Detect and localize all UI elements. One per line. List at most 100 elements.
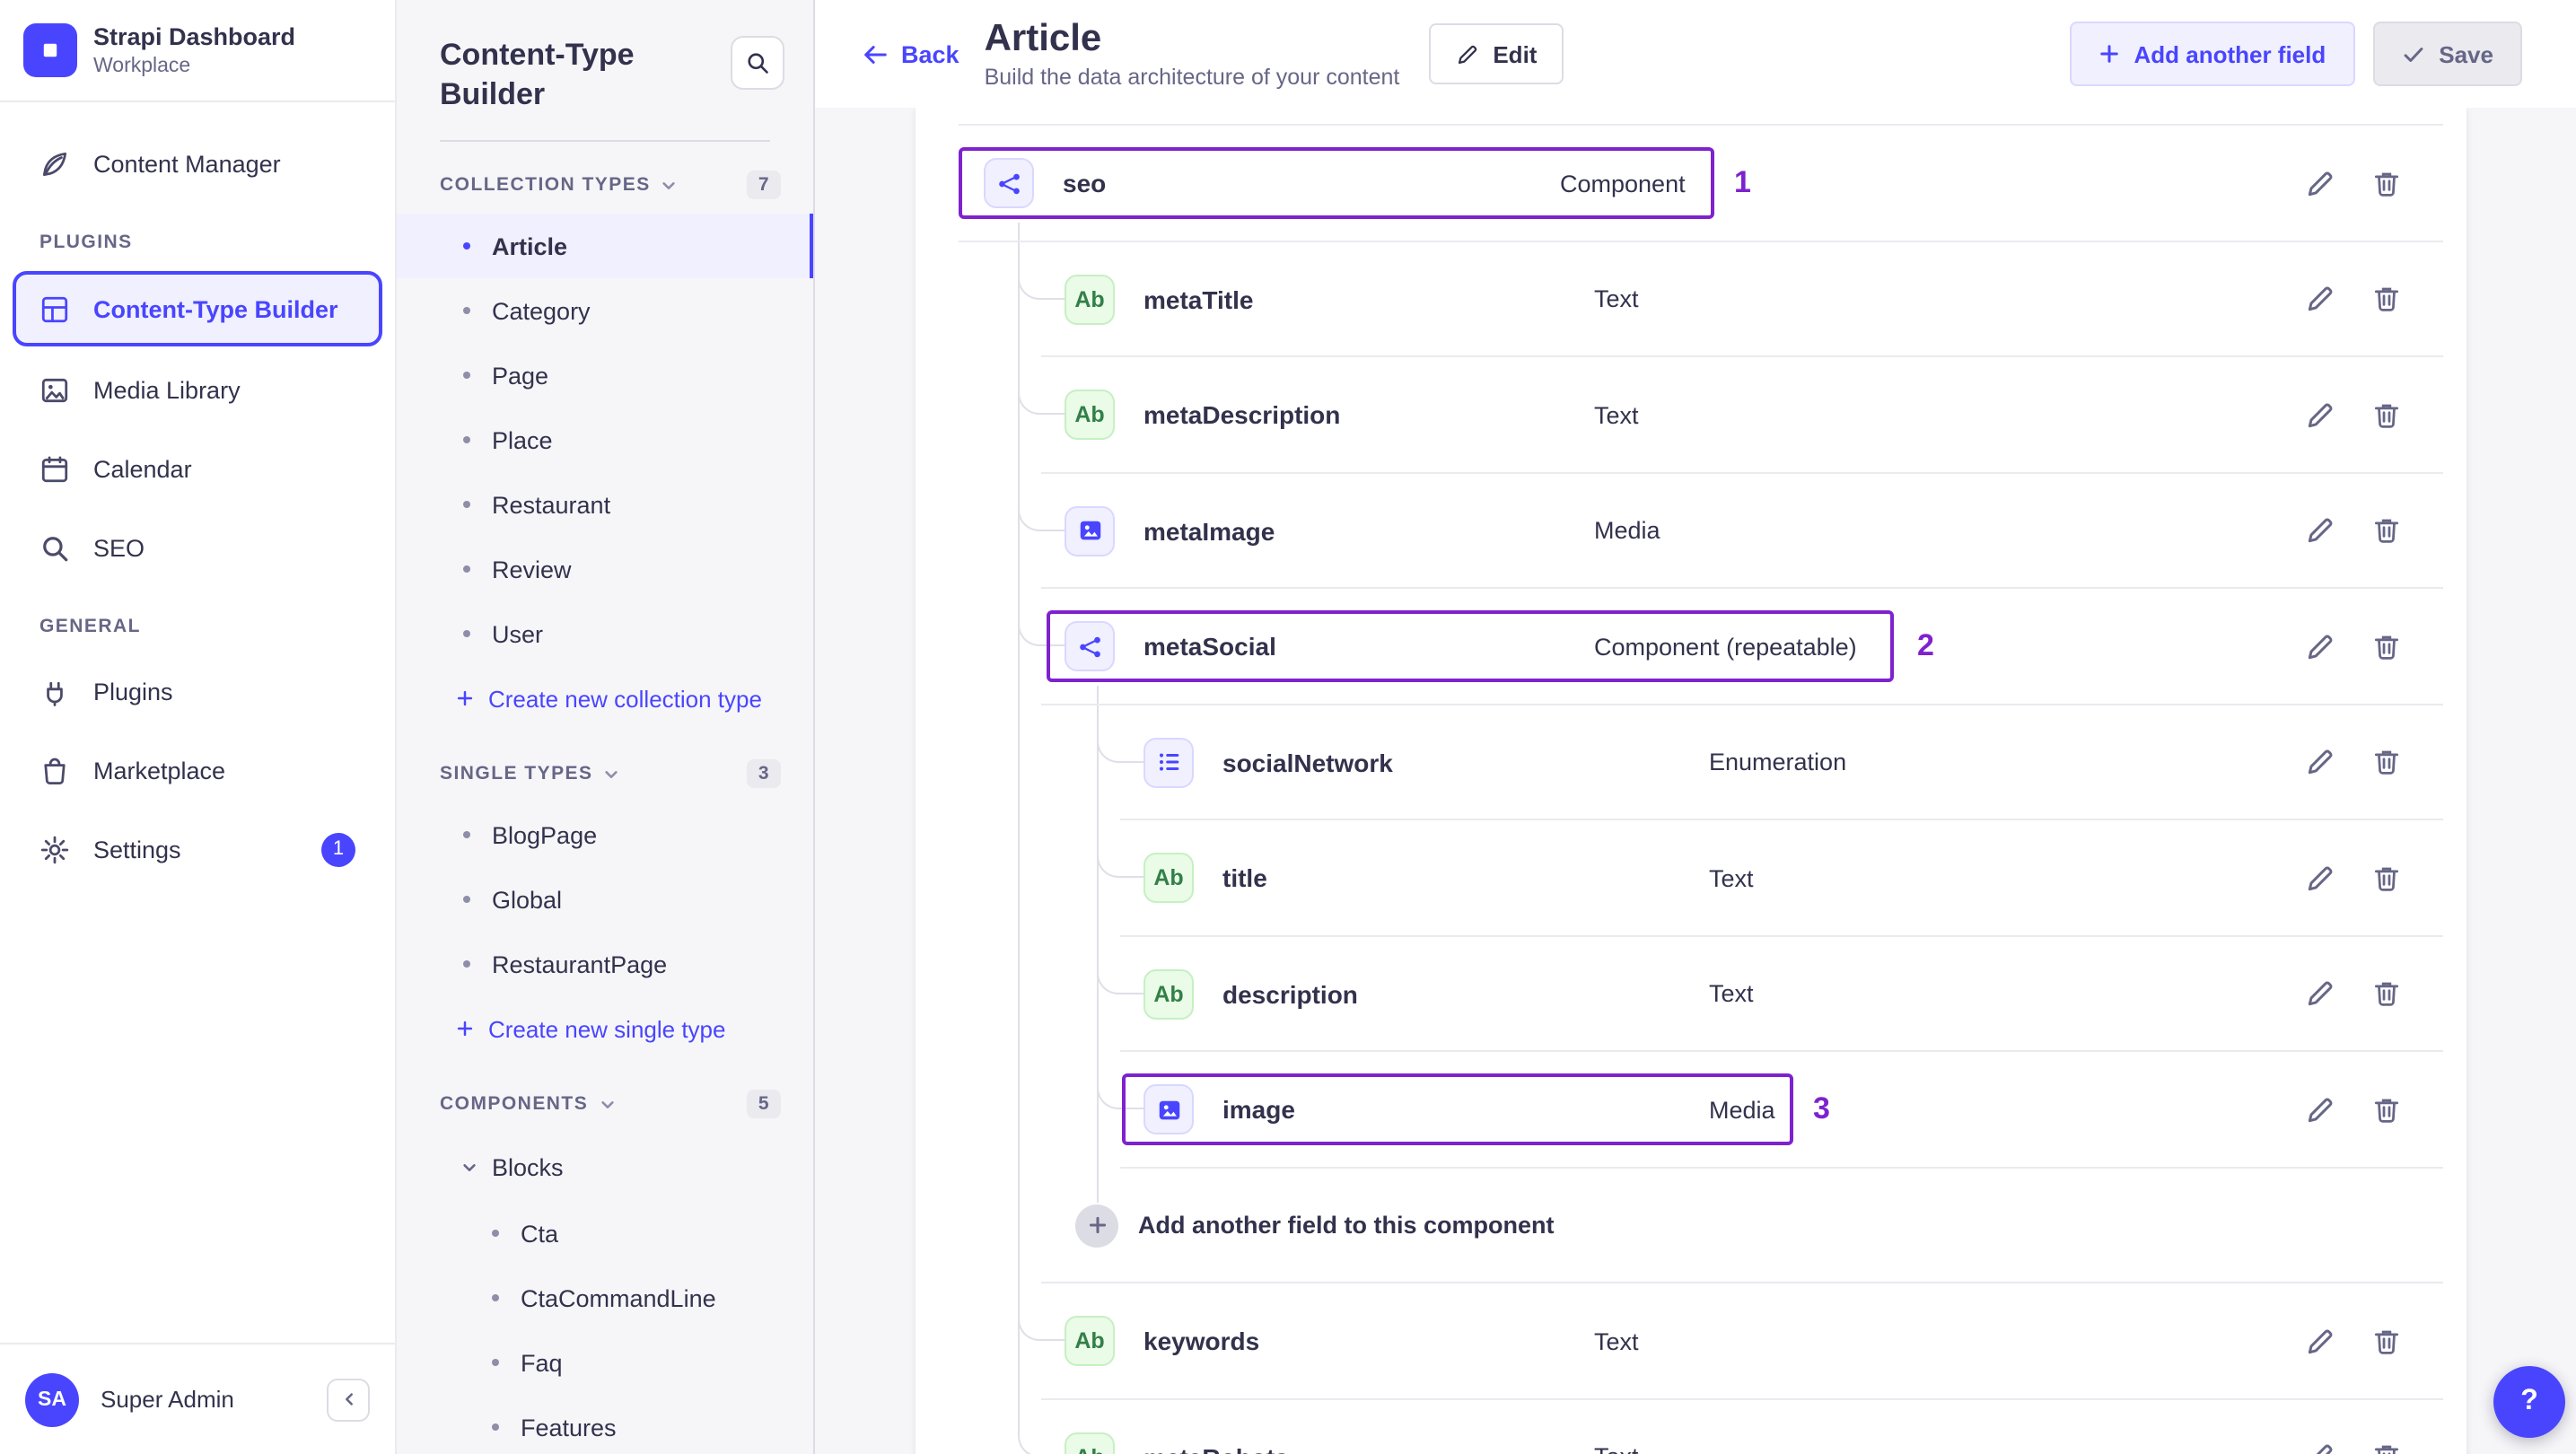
- delete-field-button[interactable]: [2371, 748, 2402, 778]
- nav-item-settings[interactable]: Settings 1: [0, 810, 395, 889]
- save-button[interactable]: Save: [2372, 22, 2522, 86]
- edit-field-button[interactable]: [2305, 1442, 2335, 1454]
- sidebar-item-review[interactable]: Review: [397, 537, 813, 601]
- single-types-section[interactable]: SINGLE TYPES 3: [397, 731, 813, 802]
- settings-badge: 1: [321, 832, 355, 866]
- edit-field-button[interactable]: [2305, 863, 2335, 894]
- delete-field-button[interactable]: [2371, 979, 2402, 1010]
- plus-icon: [1087, 1216, 1107, 1236]
- collection-types-count: 7: [747, 171, 781, 200]
- row-actions: [2305, 863, 2402, 894]
- sidebar-item-global[interactable]: Global: [397, 867, 813, 932]
- field-type: Enumeration: [1709, 749, 1847, 776]
- sidebar-item-faq[interactable]: Faq: [397, 1330, 813, 1395]
- row-actions: [2305, 1327, 2402, 1357]
- sidebar-item-restaurantpage[interactable]: RestaurantPage: [397, 932, 813, 996]
- delete-field-button[interactable]: [2371, 1095, 2402, 1126]
- section-label: COMPONENTS: [440, 1093, 589, 1116]
- section-label: SINGLE TYPES: [440, 763, 593, 785]
- field-type: Text: [1594, 1327, 1639, 1355]
- nav-label: Content-Type Builder: [93, 295, 338, 322]
- strapi-logo-icon: [23, 23, 77, 77]
- add-field-to-component-label[interactable]: Add another field to this component: [1138, 1213, 1555, 1239]
- nav-item-marketplace[interactable]: Marketplace: [0, 731, 395, 810]
- bullet-icon: [463, 630, 470, 638]
- edit-field-button[interactable]: [2305, 632, 2335, 662]
- component-group-blocks[interactable]: Blocks: [397, 1133, 813, 1201]
- nav-label: Plugins: [93, 678, 173, 705]
- help-button[interactable]: ?: [2493, 1366, 2565, 1438]
- field-name: description: [1222, 979, 1358, 1009]
- sidebar-item-article[interactable]: Article: [397, 214, 813, 279]
- search-button[interactable]: [731, 36, 784, 90]
- delete-field-button[interactable]: [2371, 632, 2402, 662]
- nav-item-plugins[interactable]: Plugins: [0, 652, 395, 731]
- delete-field-button[interactable]: [2371, 516, 2402, 547]
- fields-scroll-area[interactable]: seo Component Ab metaTitle Text Ab metaD…: [815, 108, 2576, 1454]
- save-label: Save: [2439, 40, 2493, 67]
- nav-item-media-library[interactable]: Media Library: [0, 350, 395, 429]
- item-label: Faq: [521, 1349, 563, 1377]
- delete-field-button[interactable]: [2371, 169, 2402, 199]
- sidebar-item-features[interactable]: Features: [397, 1395, 813, 1454]
- plus-icon: [456, 689, 474, 707]
- sidebar-item-blogpage[interactable]: BlogPage: [397, 802, 813, 867]
- sidebar-item-user[interactable]: User: [397, 601, 813, 666]
- page-subtitle: Build the data architecture of your cont…: [984, 65, 1400, 91]
- edit-field-button[interactable]: [2305, 1327, 2335, 1357]
- chevron-down-icon: [599, 1096, 615, 1112]
- row-actions: [2305, 169, 2402, 199]
- add-another-field-button[interactable]: Add another field: [2069, 22, 2355, 86]
- item-label: Page: [492, 362, 549, 390]
- edit-field-button[interactable]: [2305, 1095, 2335, 1126]
- nav-item-content-manager[interactable]: Content Manager: [0, 124, 395, 203]
- delete-field-button[interactable]: [2371, 863, 2402, 894]
- edit-field-button[interactable]: [2305, 400, 2335, 431]
- field-name: seo: [1063, 169, 1107, 198]
- field-row-socialnetwork: socialNetwork Enumeration: [916, 705, 2466, 820]
- field-row-metadescription: Ab metaDescription Text: [916, 357, 2466, 473]
- sidebar-item-category[interactable]: Category: [397, 278, 813, 343]
- edit-field-button[interactable]: [2305, 979, 2335, 1010]
- content-type-builder-panel: Content-Type Builder COLLECTION TYPES 7 …: [397, 0, 815, 1454]
- bullet-icon: [463, 242, 470, 250]
- sidebar-item-page[interactable]: Page: [397, 343, 813, 407]
- sidebar-item-ctacommandline[interactable]: CtaCommandLine: [397, 1266, 813, 1330]
- back-link[interactable]: Back: [862, 40, 959, 67]
- field-row-description: Ab description Text: [916, 936, 2466, 1052]
- create-single-type-link[interactable]: Create new single type: [397, 996, 813, 1061]
- delete-field-button[interactable]: [2371, 285, 2402, 315]
- delete-field-button[interactable]: [2371, 1327, 2402, 1357]
- create-collection-type-link[interactable]: Create new collection type: [397, 666, 813, 731]
- user-name: Super Admin: [101, 1386, 234, 1413]
- shopping-bag-icon: [39, 755, 70, 785]
- title-block: Article Build the data architecture of y…: [985, 18, 1400, 90]
- sidebar-item-cta[interactable]: Cta: [397, 1201, 813, 1266]
- edit-field-button[interactable]: [2305, 285, 2335, 315]
- nav-item-calendar[interactable]: Calendar: [0, 429, 395, 508]
- collection-types-section[interactable]: COLLECTION TYPES 7: [397, 142, 813, 214]
- edit-field-button[interactable]: [2305, 169, 2335, 199]
- field-row-title: Ab title Text: [916, 820, 2466, 936]
- nav-item-content-type-builder[interactable]: Content-Type Builder: [13, 271, 382, 346]
- delete-field-button[interactable]: [2371, 1442, 2402, 1454]
- field-row-metarobots: Ab metaRobots Text: [916, 1399, 2466, 1454]
- text-field-icon: Ab: [1065, 390, 1115, 441]
- edit-field-button[interactable]: [2305, 516, 2335, 547]
- components-section[interactable]: COMPONENTS 5: [397, 1061, 813, 1133]
- avatar: SA: [25, 1372, 79, 1426]
- nav-item-seo[interactable]: SEO: [0, 508, 395, 587]
- field-row-image: image Media: [916, 1052, 2466, 1168]
- add-field-to-component-button[interactable]: [1075, 1204, 1118, 1248]
- sidebar-item-restaurant[interactable]: Restaurant: [397, 472, 813, 537]
- item-label: Features: [521, 1414, 617, 1441]
- item-label: Category: [492, 297, 591, 325]
- edit-button[interactable]: Edit: [1428, 23, 1564, 84]
- row-actions: [2305, 748, 2402, 778]
- edit-field-button[interactable]: [2305, 748, 2335, 778]
- sidebar-item-place[interactable]: Place: [397, 407, 813, 472]
- collapse-sidebar-button[interactable]: [327, 1378, 370, 1421]
- link-label: Create new single type: [488, 1015, 726, 1043]
- main-nav-list: Content Manager PLUGINS Content-Type Bui…: [0, 102, 395, 889]
- delete-field-button[interactable]: [2371, 400, 2402, 431]
